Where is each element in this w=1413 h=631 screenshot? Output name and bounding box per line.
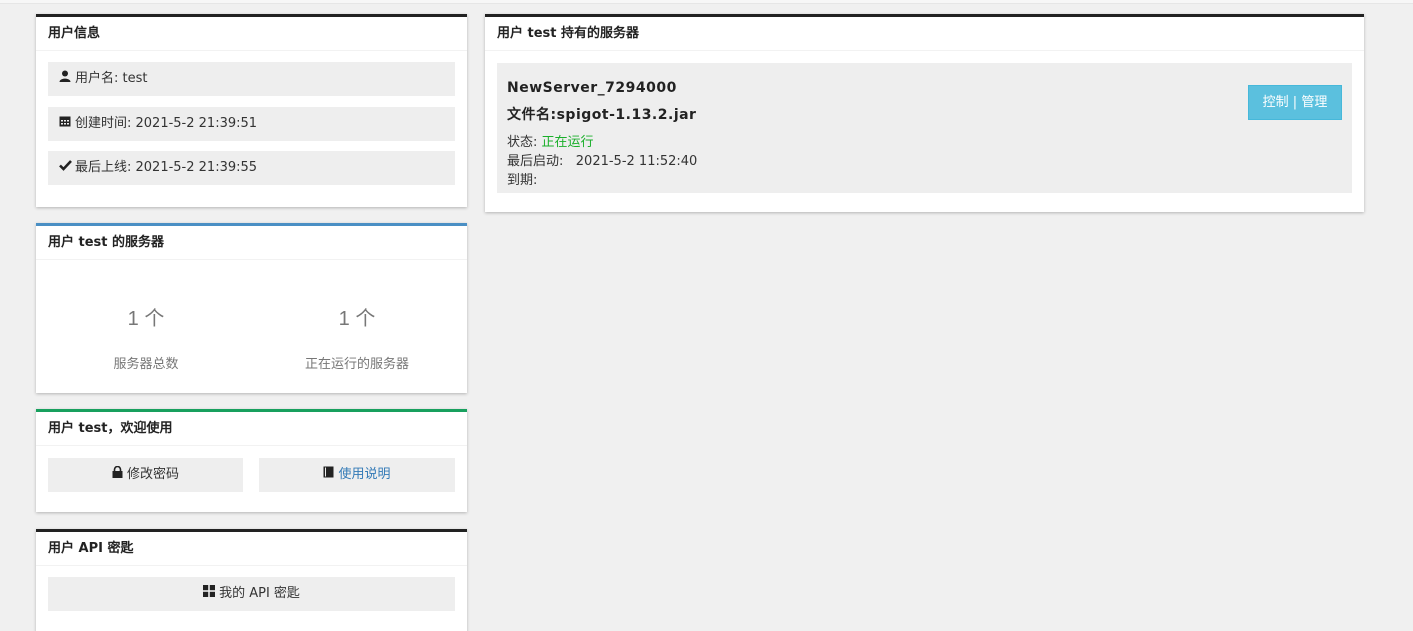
total-servers-stat: 1 个 服务器总数 bbox=[46, 302, 246, 372]
created-text: 创建时间: 2021-5-2 21:39:51 bbox=[75, 116, 258, 131]
welcome-panel: 用户 test，欢迎使用 修改密码 使用说明 bbox=[36, 409, 467, 512]
username-text: 用户名: test bbox=[75, 71, 148, 86]
server-file: 文件名:spigot-1.13.2.jar bbox=[507, 107, 697, 123]
last-login-row: 最后上线: 2021-5-2 21:39:55 bbox=[48, 151, 455, 185]
manual-button[interactable]: 使用说明 bbox=[259, 458, 455, 492]
api-key-panel: 用户 API 密匙 我的 API 密匙 bbox=[36, 529, 467, 631]
control-manage-button[interactable]: 控制 | 管理 bbox=[1248, 85, 1342, 120]
change-password-label: 修改密码 bbox=[126, 467, 179, 482]
panel-title: 用户 test，欢迎使用 bbox=[36, 412, 467, 446]
user-servers-panel: 用户 test 的服务器 1 个 服务器总数 1 个 正在运行的服务器 bbox=[36, 223, 467, 393]
my-api-key-button[interactable]: 我的 API 密匙 bbox=[48, 577, 455, 611]
server-card: NewServer_7294000 文件名:spigot-1.13.2.jar … bbox=[497, 63, 1352, 193]
manual-link[interactable]: 使用说明 bbox=[338, 467, 390, 482]
created-row: 创建时间: 2021-5-2 21:39:51 bbox=[48, 107, 455, 141]
status-value: 正在运行 bbox=[541, 135, 594, 150]
user-icon bbox=[58, 62, 72, 96]
status-label: 状态: bbox=[507, 135, 542, 150]
panel-title: 用户 API 密匙 bbox=[36, 532, 467, 566]
panel-title: 用户信息 bbox=[36, 17, 467, 51]
calendar-icon bbox=[58, 107, 72, 141]
username-row: 用户名: test bbox=[48, 62, 455, 96]
server-name: NewServer_7294000 bbox=[507, 80, 677, 96]
running-servers-label: 正在运行的服务器 bbox=[304, 357, 409, 372]
grid-icon bbox=[203, 577, 216, 611]
check-icon bbox=[58, 151, 72, 185]
book-icon bbox=[323, 458, 334, 492]
panel-title: 用户 test 持有的服务器 bbox=[485, 17, 1364, 51]
server-status: 状态: 正在运行 bbox=[507, 131, 594, 150]
running-servers-count: 1 个 bbox=[338, 308, 376, 330]
my-api-key-label: 我的 API 密匙 bbox=[219, 586, 300, 601]
total-servers-count: 1 个 bbox=[127, 308, 165, 330]
top-border bbox=[0, 0, 1413, 4]
running-servers-stat: 1 个 正在运行的服务器 bbox=[257, 302, 457, 372]
user-info-panel: 用户信息 用户名: test 创建时间: 2021-5-2 21:39:51 最… bbox=[36, 14, 467, 207]
server-expire: 到期: bbox=[507, 173, 538, 188]
last-login-text: 最后上线: 2021-5-2 21:39:55 bbox=[75, 160, 258, 175]
owned-servers-panel: 用户 test 持有的服务器 NewServer_7294000 文件名:spi… bbox=[485, 14, 1364, 212]
lock-icon bbox=[112, 458, 123, 492]
change-password-button[interactable]: 修改密码 bbox=[48, 458, 243, 492]
panel-title: 用户 test 的服务器 bbox=[36, 226, 467, 260]
server-last-start: 最后启动: 2021-5-2 11:52:40 bbox=[507, 154, 698, 169]
total-servers-label: 服务器总数 bbox=[113, 357, 179, 372]
